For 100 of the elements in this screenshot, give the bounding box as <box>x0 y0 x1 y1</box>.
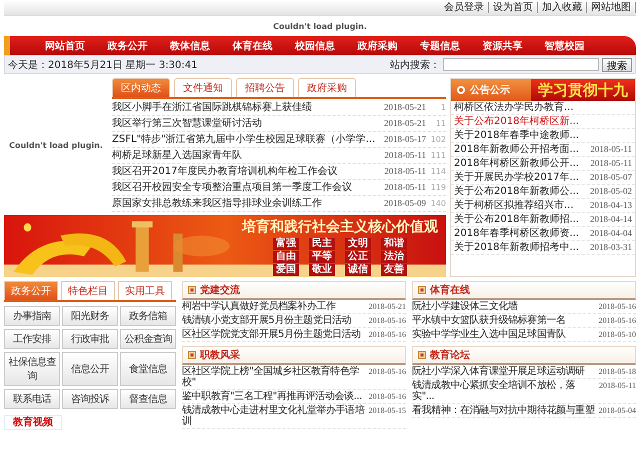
plugin-message: Couldn't load plugin. <box>9 140 103 150</box>
top-link[interactable]: 设为首页 <box>489 2 538 13</box>
value-word: 自由 <box>273 251 299 263</box>
news-link[interactable]: 区社区学院上榜"全国城乡社区教育特色学校" <box>182 366 366 388</box>
nav-item[interactable]: 网站首页 <box>45 38 86 52</box>
notice-link[interactable]: 关于公布2018年柯桥区新... <box>454 116 579 127</box>
nav-item[interactable]: 教体信息 <box>170 38 210 52</box>
notice-link[interactable]: 关于2018年新教师招考中... <box>454 242 579 253</box>
news-link[interactable]: 区社区学院党支部开展5月份主题党日活动 <box>182 329 366 340</box>
top-link[interactable]: 网站地图 <box>587 2 636 13</box>
news-tab[interactable]: 招聘公告 <box>236 78 294 97</box>
value-word: 文明 <box>345 238 371 250</box>
news-link[interactable]: 钱清镇小党支部开展5月份主题党日活动 <box>182 315 366 326</box>
news-link[interactable]: 钱清成教中心紧抓安全培训不放松，落实"... <box>412 380 596 402</box>
section-title: 党建交流 <box>200 283 240 297</box>
news-date: 2018-05-16 <box>368 329 406 340</box>
notice-date: 2018-05-11 <box>590 144 632 155</box>
news-link[interactable]: 我区召开校园安全专项整治重点项目第一季度工作会议 <box>112 182 380 194</box>
ad-banner[interactable]: 学习贯彻十九 <box>531 79 635 101</box>
tool-button[interactable]: 督查信息 <box>120 389 176 409</box>
tool-button[interactable]: 咨询投诉 <box>62 389 118 409</box>
notice-link[interactable]: 关于2018年春季中途教师... <box>454 130 579 141</box>
date-text: 今天是：2018年5月21日 星期一 3:30:41 <box>8 58 198 72</box>
news-link[interactable]: ZSFL"特步"浙江省第九届中小学生校园足球联赛（小学学... <box>112 134 380 146</box>
value-word: 友善 <box>381 264 407 276</box>
square-icon <box>188 286 196 294</box>
news-date: 2018-05-17 <box>384 133 426 145</box>
value-word: 民主 <box>309 238 335 250</box>
notice-link[interactable]: 关于开展民办学校2017年... <box>454 172 579 183</box>
tool-button[interactable]: 食堂信息 <box>120 352 176 386</box>
tool-button[interactable]: 阳光财务 <box>62 306 118 326</box>
search-label: 站内搜索： <box>390 58 440 72</box>
news-date: 2018-05-15 <box>368 404 406 416</box>
notice-link[interactable]: 柯桥区依法办学民办教育... <box>454 102 574 113</box>
section-title: 教育论坛 <box>430 348 470 362</box>
news-date: 2018-05-16 <box>368 315 406 326</box>
news-link[interactable]: 柯岩中学认真做好党员档案补办工作 <box>182 301 366 312</box>
nav-item[interactable]: 校园信息 <box>294 38 335 52</box>
tool-tab[interactable]: 特色栏目 <box>61 281 115 300</box>
news-date: 2018-05-16 <box>598 301 636 312</box>
notice-date: 2018-04-04 <box>590 228 632 239</box>
value-word: 爱国 <box>273 264 299 276</box>
value-word: 公正 <box>345 251 371 263</box>
tool-button[interactable]: 信息公开 <box>62 352 118 386</box>
news-date: 2018-05-21 <box>384 101 426 113</box>
tool-button[interactable]: 工作安排 <box>4 329 60 349</box>
top-link[interactable]: 会员登录 <box>440 2 489 13</box>
tool-button[interactable]: 公积金查询 <box>120 329 176 349</box>
notice-link[interactable]: 2018年柯桥区新教师公开... <box>454 158 579 169</box>
notice-date: 2018-03-31 <box>590 242 632 253</box>
news-link[interactable]: 阮社小学建设体三文化墙 <box>412 301 596 312</box>
value-word: 平等 <box>309 251 335 263</box>
news-tab[interactable]: 政府采购 <box>298 78 356 97</box>
notice-link[interactable]: 关于公布2018年新教师招... <box>454 214 579 225</box>
nav-item[interactable]: 智慧校园 <box>544 38 585 52</box>
nav-item[interactable]: 专题信息 <box>420 38 460 52</box>
value-word: 富强 <box>273 238 299 250</box>
news-link[interactable]: 我区举行第三次智慧课堂研讨活动 <box>112 118 380 130</box>
news-link[interactable]: 鉴中职教育"三名工程"再推再评活动会谈... <box>182 390 366 402</box>
notice-title: 公告公示 <box>470 84 510 97</box>
notice-date: 2018-04-13 <box>590 200 632 211</box>
search-field[interactable] <box>443 58 599 71</box>
news-tab[interactable]: 文件通知 <box>174 78 232 97</box>
notice-link[interactable]: 关于公布2018年新教师公... <box>454 186 579 197</box>
news-link[interactable]: 我区小脚手在浙江省国际跳棋锦标赛上获佳绩 <box>112 102 380 114</box>
tool-tab[interactable]: 实用工具 <box>118 281 172 300</box>
news-link[interactable]: 我区召开2017年度民办教育培训机构年检工作会议 <box>112 166 380 178</box>
section-title: 职教风采 <box>200 348 240 362</box>
plugin-message: Couldn't load plugin. <box>273 22 367 30</box>
tool-button[interactable]: 联系电话 <box>4 389 60 409</box>
news-link[interactable]: 原国家女排总教练来我区指导排球业余训练工作 <box>112 198 380 210</box>
nav-item[interactable]: 资源共享 <box>482 38 522 52</box>
top-link[interactable]: 加入收藏 <box>538 2 587 13</box>
nav-item[interactable]: 体育在线 <box>232 38 273 52</box>
news-date: 2018-05-16 <box>598 315 636 326</box>
news-date: 2018-05-04 <box>598 404 636 416</box>
notice-date: 2018-05-07 <box>590 172 632 183</box>
tool-button[interactable]: 行政审批 <box>62 329 118 349</box>
hit-count: 102 <box>430 134 446 146</box>
hit-count: 114 <box>430 166 446 178</box>
news-link[interactable]: 实验中学学业生入选中国足球国青队 <box>412 329 596 340</box>
news-link[interactable]: 钱清成教中心走进村里文化礼堂举办手语培训 <box>182 404 366 426</box>
tool-button[interactable]: 社保信息查询 <box>4 352 60 386</box>
news-link[interactable]: 平水镇中女篮队获升级锦标赛第一名 <box>412 315 596 326</box>
news-link[interactable]: 看我精神：在消融与对抗中期待花颜与重塑 <box>412 404 596 416</box>
notice-link[interactable]: 关于柯桥区拟推荐绍兴市... <box>454 200 574 211</box>
news-link[interactable]: 阮社小学深入体育课堂开展足球运动调研 <box>412 366 596 376</box>
nav-item[interactable]: 政务公开 <box>108 38 148 52</box>
nav-item[interactable]: 政府采购 <box>357 38 398 52</box>
banner-slogan: 培育和践行社会主义核心价值观 <box>242 218 438 236</box>
notice-link[interactable]: 2018年春季柯桥区教师资... <box>454 228 579 239</box>
bullet-icon <box>456 85 466 95</box>
news-link[interactable]: 柯桥足球新星入选国家青年队 <box>112 150 380 162</box>
news-date: 2018-05-11 <box>384 149 426 161</box>
news-date: 2018-05-11 <box>598 380 636 390</box>
notice-link[interactable]: 2018年新教师公开招考面... <box>454 144 579 155</box>
tool-button[interactable]: 政务信箱 <box>120 306 176 326</box>
hit-count: 119 <box>430 182 446 194</box>
tool-button[interactable]: 办事指南 <box>4 306 60 326</box>
search-button[interactable]: 搜索 <box>602 58 632 72</box>
